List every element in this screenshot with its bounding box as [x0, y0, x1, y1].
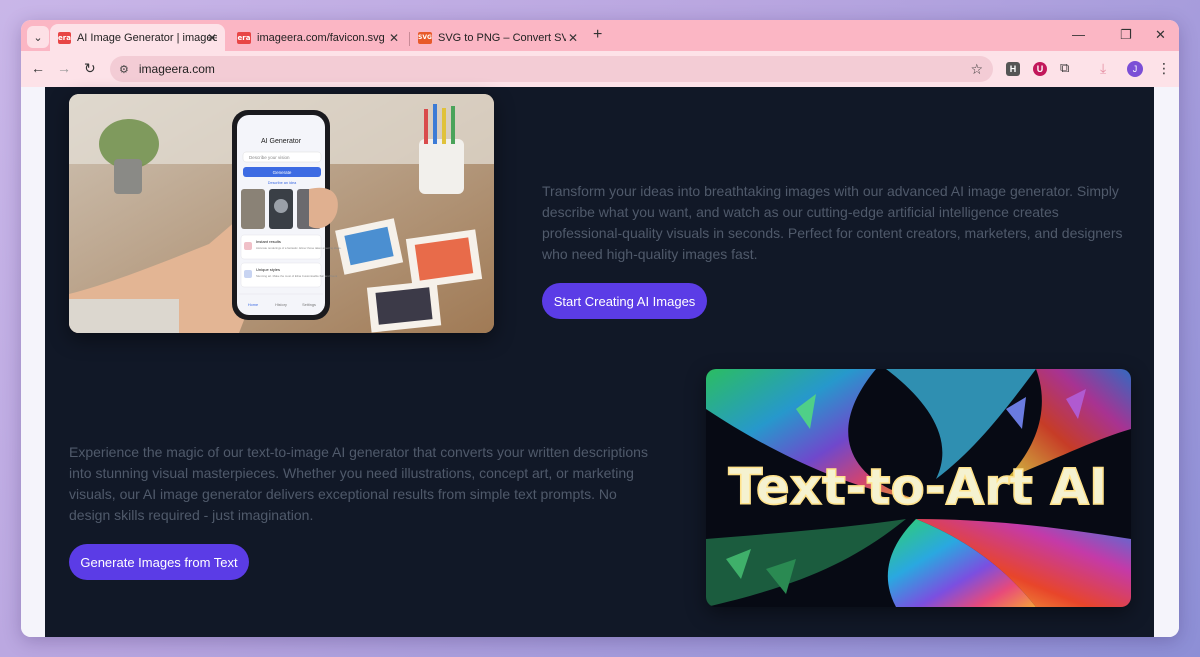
reload-icon[interactable]: ↻	[84, 60, 96, 77]
tab-svg-to-png[interactable]: SVG SVG to PNG – Convert SVG files ✕	[410, 24, 586, 51]
tab-imageera[interactable]: era AI Image Generator | imageera ✕	[50, 24, 225, 51]
bookmark-star-icon[interactable]: ☆	[970, 61, 983, 78]
forward-arrow-icon[interactable]: →	[57, 60, 71, 76]
browser-window: ⌄ era AI Image Generator | imageera ✕ er…	[21, 20, 1179, 637]
download-icon[interactable]: ⤓	[1100, 60, 1106, 77]
generate-from-text-button[interactable]: Generate Images from Text	[69, 544, 249, 580]
svg-favicon-icon: SVG	[418, 31, 432, 44]
start-creating-button[interactable]: Start Creating AI Images	[542, 283, 707, 319]
tab-title: AI Image Generator | imageera	[76, 31, 217, 44]
section1-description: Transform your ideas into breathtaking i…	[542, 183, 1123, 262]
phone-input-placeholder: Describe your vision	[249, 155, 290, 160]
text-to-art-image: Text-to-Art AI	[706, 369, 1131, 607]
chevron-down-icon: ⌄	[33, 31, 43, 44]
phone-app-title: AI Generator	[261, 138, 302, 145]
new-tab-plus-icon[interactable]: +	[593, 26, 602, 44]
tab-search-button[interactable]: ⌄	[27, 26, 49, 48]
restore-icon[interactable]: ❐	[1120, 27, 1132, 43]
phone-nav-home: Home	[248, 303, 258, 307]
phone-generate-button: Generate	[273, 170, 292, 175]
content-section: AI Generator Describe your vision Genera…	[45, 87, 1154, 637]
tab-title: SVG to PNG – Convert SVG files	[438, 31, 566, 44]
extension-ublock-icon[interactable]: U	[1033, 62, 1047, 76]
phone-list-item-title: Instant results	[256, 239, 281, 244]
extension-h-icon[interactable]: H	[1006, 62, 1020, 76]
section2-description: Experience the magic of our text-to-imag…	[69, 444, 648, 523]
text-to-art-illustration: Text-to-Art AI	[706, 369, 1131, 607]
extensions-puzzle-icon[interactable]: ⧉	[1060, 60, 1069, 76]
site-info-icon[interactable]: ⚙	[119, 63, 129, 76]
imageera-favicon-icon: era	[58, 31, 71, 44]
address-bar[interactable]: ⚙ imageera.com ☆	[110, 56, 993, 82]
close-icon[interactable]: ✕	[568, 31, 578, 45]
url-text[interactable]: imageera.com	[139, 62, 215, 76]
phone-scene-illustration: AI Generator Describe your vision Genera…	[69, 94, 494, 333]
phone-list-item-subtitle: Accurate renderings of a fantastic. Elme…	[256, 246, 342, 250]
phone-list-item-subtitle: Stunning art. Make the most of Elina Cus…	[256, 274, 337, 278]
close-icon[interactable]: ✕	[389, 31, 399, 45]
imageera-favicon-icon: era	[237, 31, 251, 44]
art-title-text: Text-to-Art AI	[728, 458, 1107, 516]
close-icon[interactable]: ✕	[207, 31, 217, 45]
phone-mockup-image: AI Generator Describe your vision Genera…	[69, 94, 494, 333]
phone-list-item-title: Unique styles	[256, 267, 280, 272]
back-arrow-icon[interactable]: ←	[31, 60, 45, 76]
tab-favicon-svg[interactable]: era imageera.com/favicon.svg ✕	[229, 24, 407, 51]
phone-nav-history: History	[275, 303, 287, 307]
profile-avatar[interactable]: J	[1127, 61, 1143, 77]
browser-toolbar: ← → ↻ ⚙ imageera.com ☆ H U ⧉ ⤓ J ⋮	[21, 51, 1179, 87]
minimize-icon[interactable]: —	[1072, 27, 1085, 42]
phone-link: Describe an idea	[268, 181, 297, 185]
tab-strip: ⌄ era AI Image Generator | imageera ✕ er…	[21, 20, 1179, 51]
page-viewport: AI Generator Describe your vision Genera…	[21, 87, 1179, 637]
phone-nav-settings: Settings	[302, 303, 316, 307]
close-window-icon[interactable]: ✕	[1155, 27, 1166, 43]
tab-title: imageera.com/favicon.svg	[257, 31, 385, 44]
more-menu-icon[interactable]: ⋮	[1157, 60, 1171, 77]
